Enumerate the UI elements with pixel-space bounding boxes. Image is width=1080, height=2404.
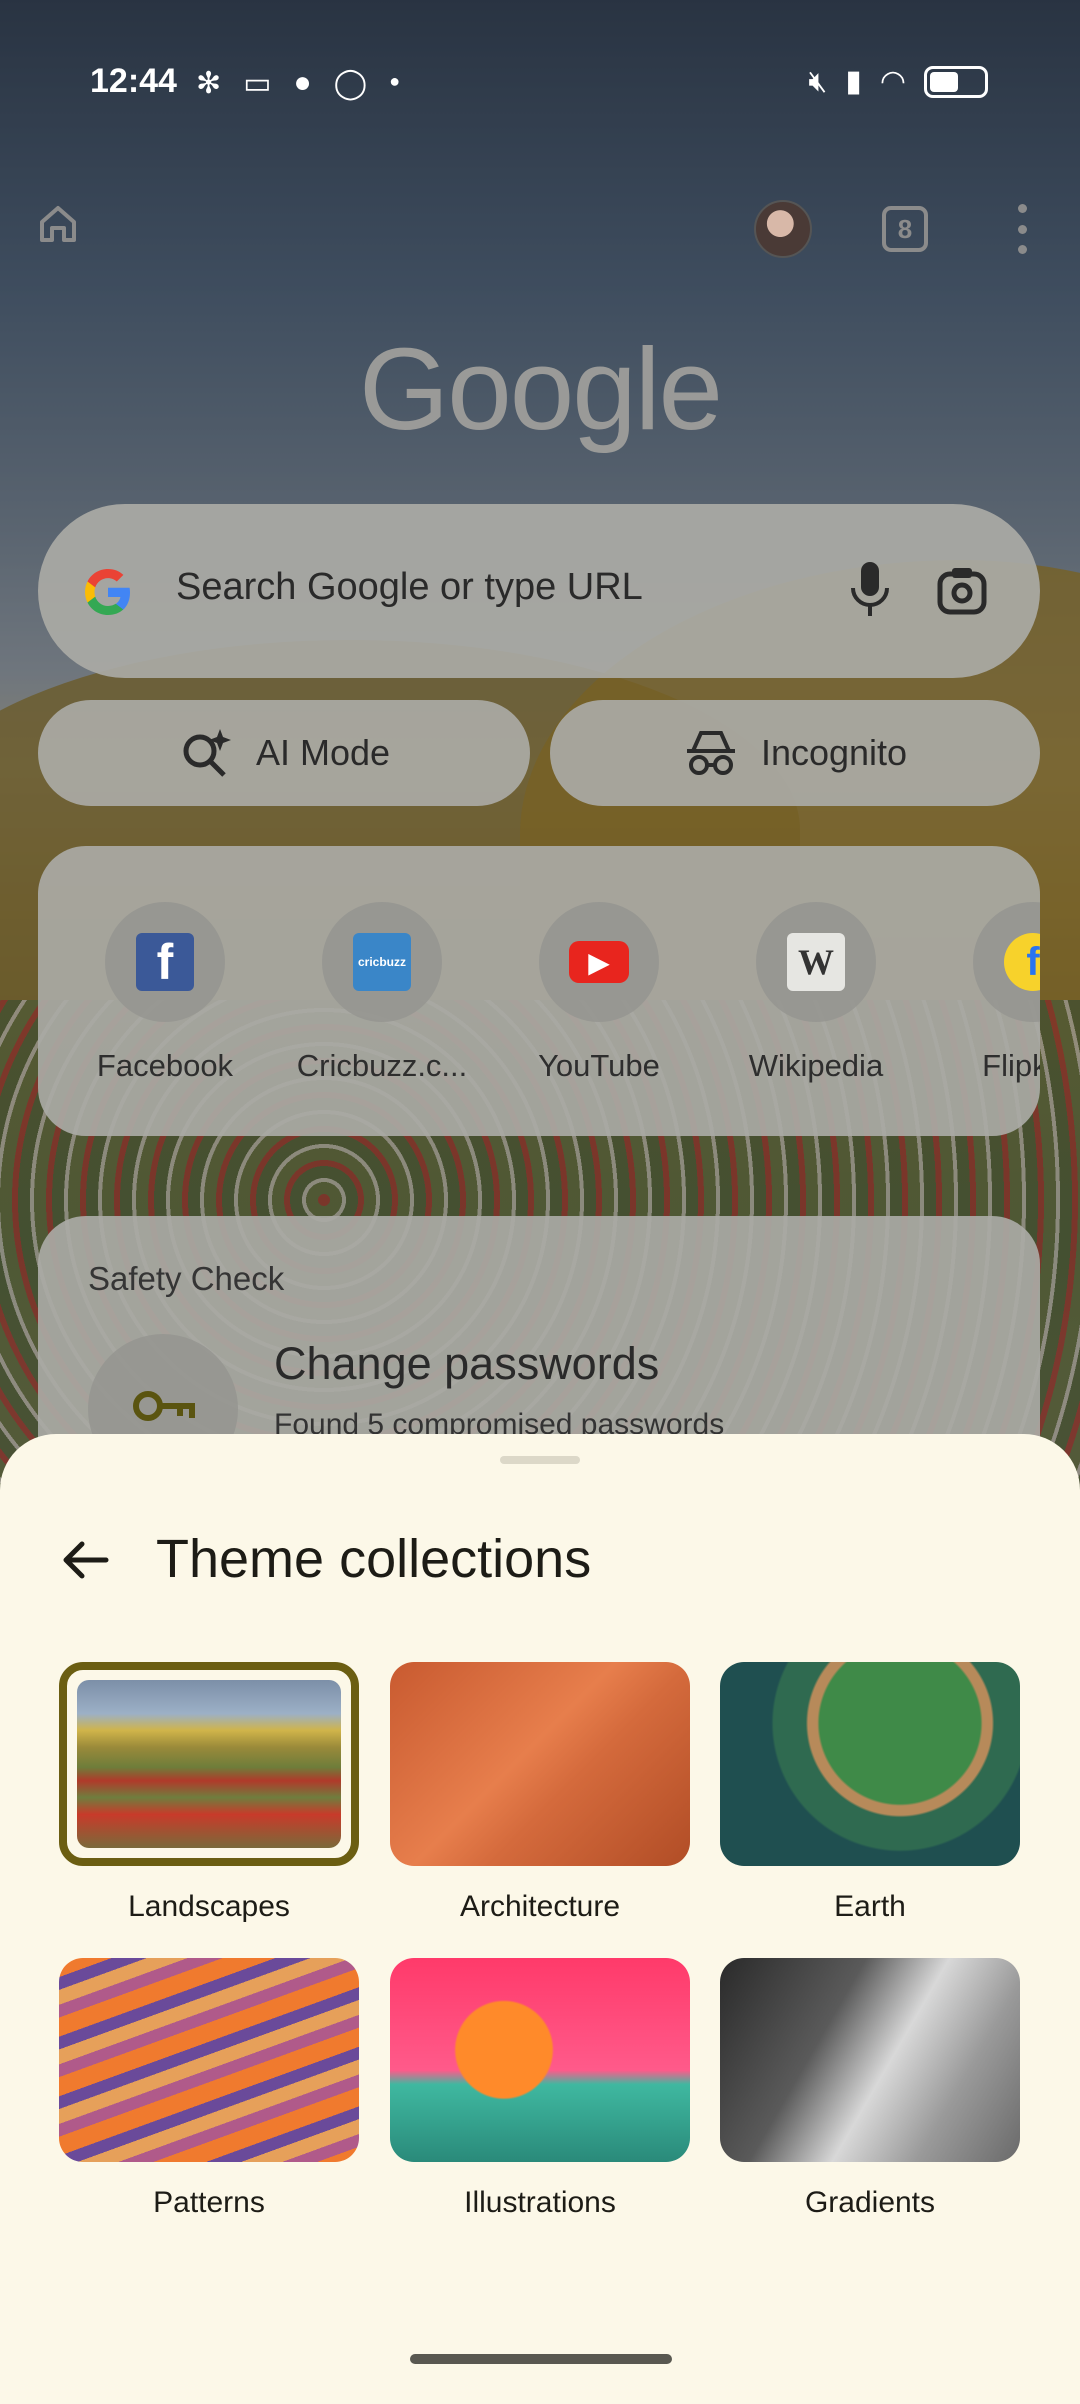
flipkart-icon: f [1004, 933, 1040, 991]
status-time: 12:44 [90, 62, 177, 100]
google-g-icon [85, 569, 130, 615]
mute-icon: 🔇︎ [808, 64, 828, 98]
shortcuts-panel: f Facebook cricbuzz Cricbuzz.c... ▶ YouT… [38, 846, 1040, 1136]
ai-mode-label: AI Mode [255, 732, 391, 773]
whatsapp-icon: ◯ [333, 67, 368, 100]
collection-architecture[interactable]: Architecture [390, 1662, 690, 1924]
drag-handle[interactable] [500, 1456, 580, 1464]
more-menu-icon[interactable] [1010, 204, 1034, 254]
landscapes-thumbnail [59, 1662, 359, 1866]
shortcut-facebook[interactable]: f Facebook [65, 902, 265, 1084]
chat-icon: ● [293, 66, 312, 99]
ai-search-icon [183, 729, 231, 777]
collection-earth[interactable]: Earth [720, 1662, 1020, 1924]
theme-bottom-sheet: Theme collections Landscapes Architectur… [0, 1434, 1080, 2404]
collection-patterns[interactable]: Patterns [59, 1958, 359, 2220]
safety-check-heading: Change passwords [274, 1338, 660, 1389]
google-lens-icon[interactable] [934, 564, 990, 620]
shortcut-cricbuzz[interactable]: cricbuzz Cricbuzz.c... [282, 902, 482, 1084]
profile-avatar[interactable] [754, 200, 812, 258]
shortcut-wikipedia[interactable]: W Wikipedia [716, 902, 916, 1084]
search-placeholder: Search Google or type URL [176, 566, 643, 608]
earth-thumbnail [720, 1662, 1020, 1866]
collection-gradients[interactable]: Gradients [720, 1958, 1020, 2220]
shortcut-youtube[interactable]: ▶ YouTube [499, 902, 699, 1084]
home-icon[interactable] [34, 200, 82, 248]
illustrations-thumbnail [390, 1958, 690, 2162]
collection-illustrations[interactable]: Illustrations [390, 1958, 690, 2220]
gesture-nav-bar[interactable] [410, 2354, 672, 2364]
wifi-icon: ◠ [879, 65, 906, 98]
video-icon: ▭ [243, 67, 272, 100]
cricbuzz-icon: cricbuzz [353, 933, 411, 991]
patterns-thumbnail [59, 1958, 359, 2162]
google-logo: Google [358, 324, 723, 454]
microphone-icon[interactable] [848, 560, 892, 620]
youtube-icon: ▶ [569, 941, 629, 983]
tab-switcher-button[interactable]: 8 [882, 206, 928, 252]
incognito-icon [686, 731, 735, 775]
search-box[interactable]: Search Google or type URL [38, 504, 1040, 678]
status-bar: 12:44 ✻ ▭ ● ◯ ● 🔇︎ ▮ ◠ [0, 52, 1080, 112]
architecture-thumbnail [390, 1662, 690, 1866]
collection-landscapes[interactable]: Landscapes [59, 1662, 359, 1924]
dot-icon: ● [389, 71, 401, 91]
wikipedia-icon: W [787, 933, 845, 991]
shortcut-flipkart[interactable]: f Flipkart [933, 902, 1040, 1084]
sheet-title: Theme collections [156, 1529, 592, 1589]
incognito-label: Incognito [760, 732, 908, 773]
facebook-icon: f [136, 933, 194, 991]
ai-mode-button[interactable]: AI Mode [38, 700, 530, 806]
battery-icon [924, 65, 988, 98]
back-arrow-icon[interactable] [56, 1530, 116, 1590]
slack-icon: ✻ [196, 67, 222, 100]
signal-icon: ▮ [845, 65, 862, 98]
gradients-thumbnail [720, 1958, 1020, 2162]
incognito-button[interactable]: Incognito [550, 700, 1040, 806]
safety-check-title: Safety Check [88, 1260, 285, 1297]
